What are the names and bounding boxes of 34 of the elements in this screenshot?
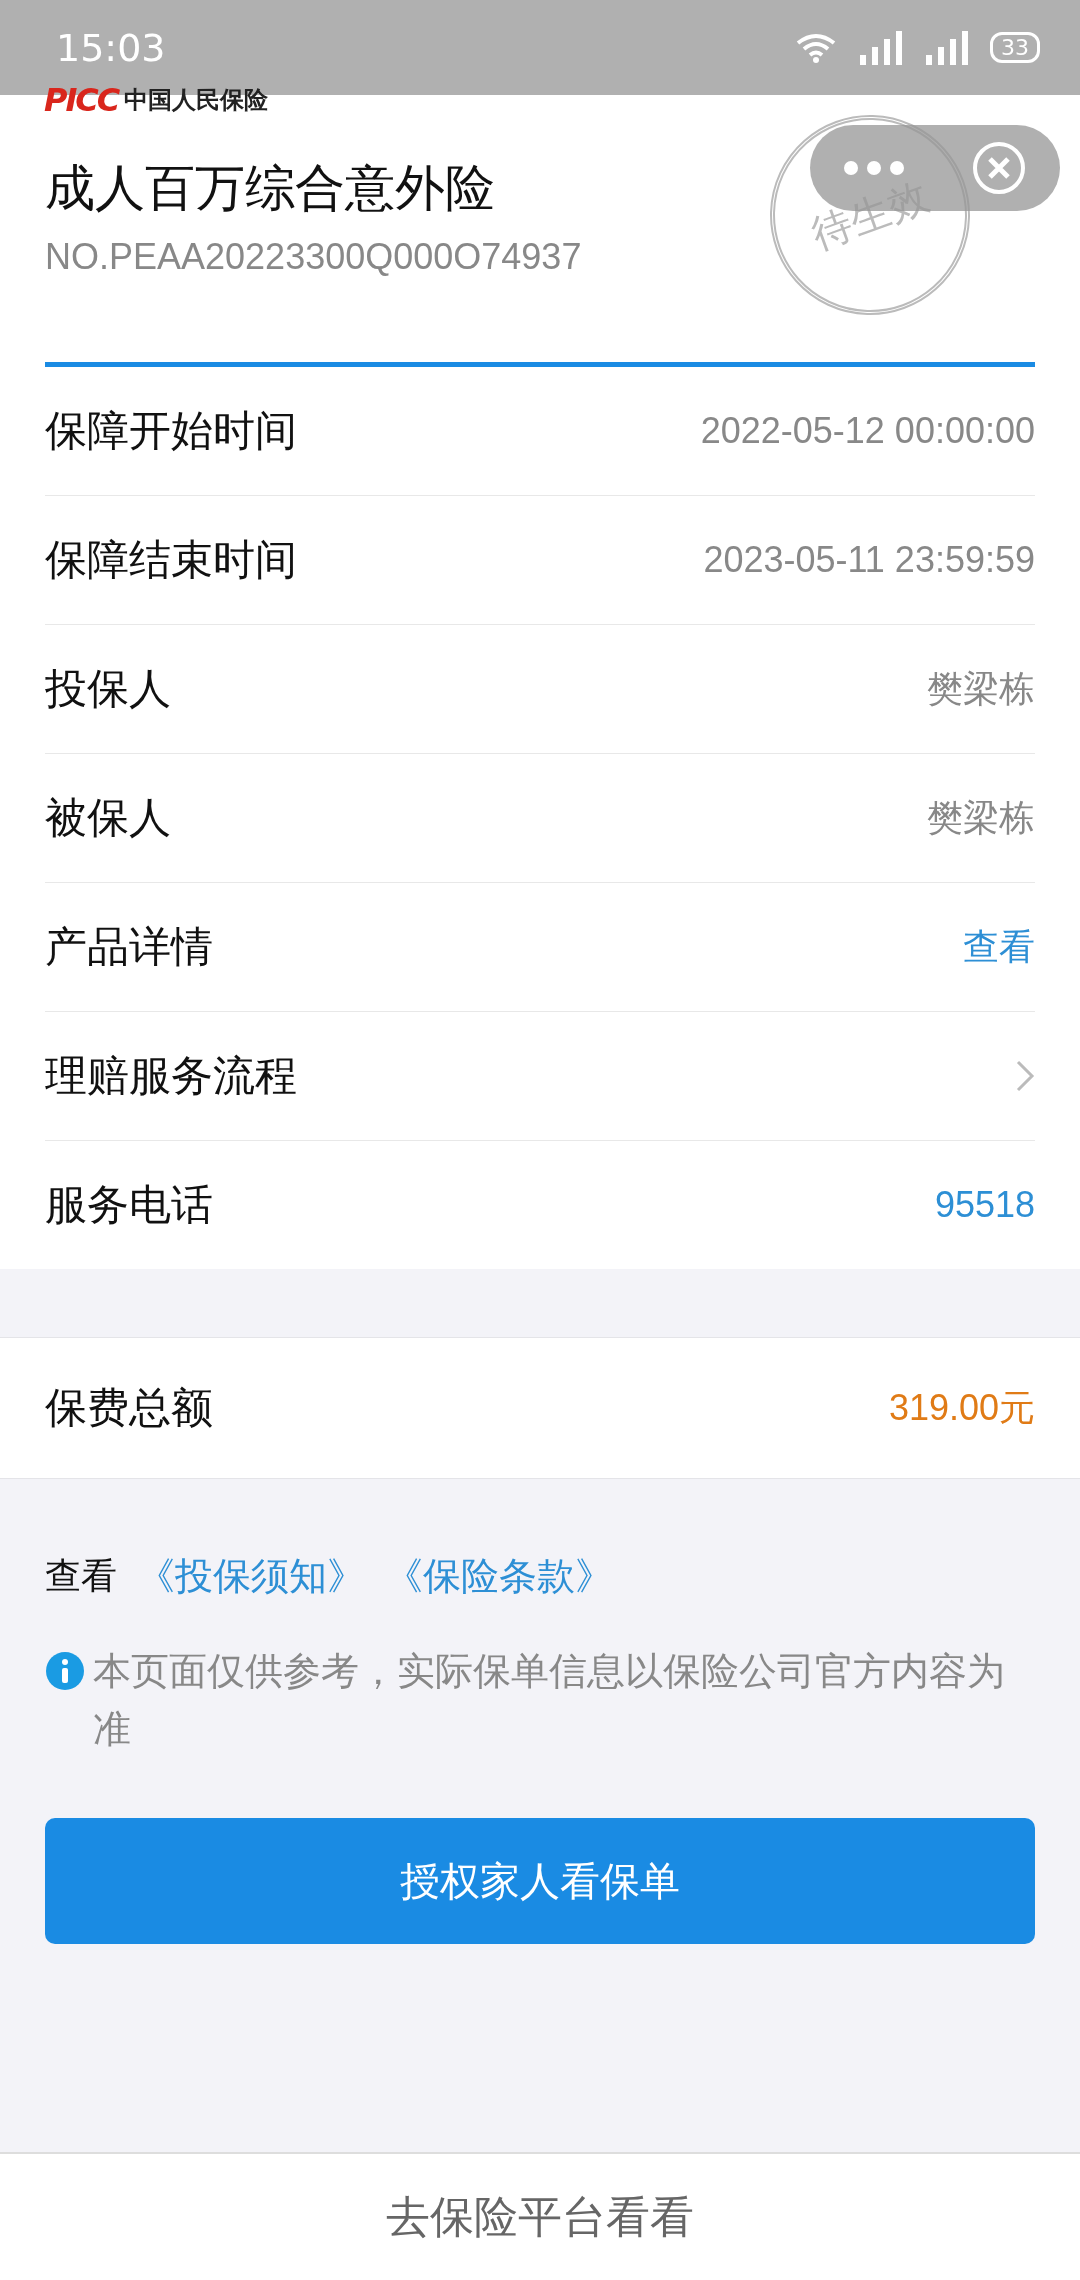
document-link[interactable]: 《投保须知》: [137, 1551, 365, 1602]
wifi-icon: [796, 32, 836, 63]
logo-text: 中国人民保险: [124, 85, 269, 116]
row-value: 樊梁栋: [927, 666, 1035, 711]
signal-icon: [858, 30, 902, 65]
status-time: 15:03: [56, 25, 166, 70]
row-value: 樊梁栋: [927, 795, 1035, 840]
logo-mark: PICC: [44, 81, 119, 119]
info-icon: [45, 1651, 85, 1691]
documents-lead: 查看: [45, 1554, 117, 1598]
policy-title: 成人百万综合意外险: [45, 158, 495, 219]
chevron-right-icon: [1015, 1059, 1035, 1093]
row-label: 理赔服务流程: [45, 1050, 297, 1102]
battery-level: 33: [990, 32, 1040, 63]
platform-button[interactable]: 去保险平台看看: [0, 2152, 1080, 2280]
premium-amount: 319.00元: [888, 1385, 1035, 1430]
row-link[interactable]: 查看: [963, 922, 1035, 972]
document-link[interactable]: 《保险条款》: [385, 1551, 613, 1602]
row-label: 产品详情: [45, 921, 213, 973]
signal-icon: [924, 30, 968, 65]
close-icon[interactable]: [972, 141, 1026, 195]
more-icon[interactable]: [844, 161, 904, 175]
authorize-button[interactable]: 授权家人看保单: [45, 1818, 1035, 1944]
notice-text: 本页面仅供参考，实际保单信息以保险公司官方内容为准: [93, 1648, 1006, 1753]
premium-label: 保费总额: [45, 1382, 213, 1434]
row-value: 2022-05-12 00:00:00: [700, 410, 1035, 452]
row-label: 投保人: [45, 663, 171, 715]
row-link[interactable]: 95518: [934, 1184, 1035, 1226]
policy-number: NO.PEAA20223300Q000O74937: [45, 236, 583, 278]
row-label: 保障开始时间: [45, 405, 297, 457]
row-label: 服务电话: [45, 1179, 213, 1231]
row-label: 被保人: [45, 792, 171, 844]
row-label: 保障结束时间: [45, 534, 297, 586]
row-value: 2023-05-11 23:59:59: [703, 539, 1035, 581]
